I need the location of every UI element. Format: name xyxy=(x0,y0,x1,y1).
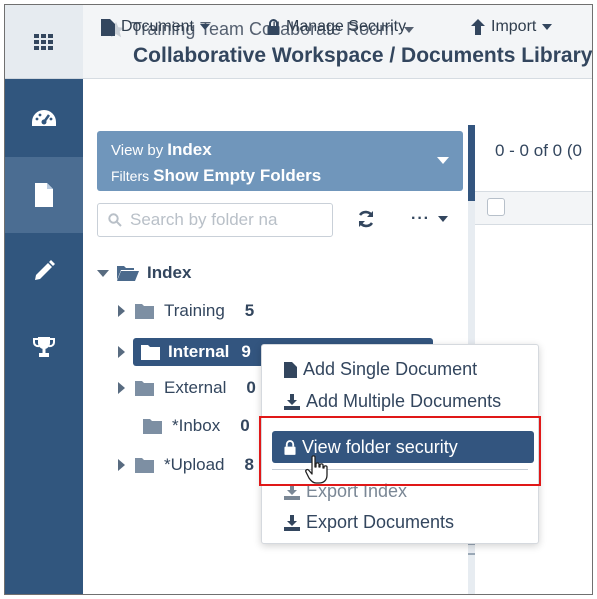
apps-grid-icon xyxy=(34,33,53,50)
app-window: Training Team Collaborate Room Collabora… xyxy=(4,4,593,595)
chevron-down-icon xyxy=(437,216,448,222)
filters-value: Show Empty Folders xyxy=(153,166,322,185)
lock-icon xyxy=(267,19,280,35)
search-input[interactable] xyxy=(130,210,320,230)
pencil-icon xyxy=(35,260,55,280)
document-icon xyxy=(284,361,297,378)
manage-security-button[interactable]: Manage Security xyxy=(267,18,406,36)
splitter-handle[interactable] xyxy=(468,125,475,201)
tree-folder-upload[interactable]: *Upload 8 xyxy=(118,455,254,475)
page-header: Training Team Collaborate Room Collabora… xyxy=(83,5,592,79)
refresh-icon xyxy=(358,210,374,228)
rail-trophy[interactable] xyxy=(5,309,83,385)
download-icon xyxy=(284,393,300,410)
chevron-down-icon xyxy=(542,24,553,30)
pager-info: 0 - 0 of 0 (0 xyxy=(495,141,582,160)
document-menu-button[interactable]: Document xyxy=(101,18,210,36)
download-icon xyxy=(284,514,300,531)
folder-count: 9 xyxy=(241,342,251,361)
folder-label: Training xyxy=(164,301,225,320)
tree-folder-training[interactable]: Training 5 xyxy=(118,301,254,321)
rail-documents[interactable] xyxy=(5,157,83,233)
chevron-down-icon xyxy=(437,157,449,164)
chevron-right-icon[interactable] xyxy=(118,459,125,471)
chevron-right-icon[interactable] xyxy=(118,346,125,358)
hand-cursor-icon xyxy=(305,455,328,484)
tree-folder-external[interactable]: External 0 xyxy=(118,378,256,398)
folder-icon xyxy=(141,344,160,360)
document-icon xyxy=(35,183,53,207)
splitter-grip[interactable] xyxy=(468,543,475,555)
breadcrumb: Collaborative Workspace / Documents Libr… xyxy=(133,44,593,67)
tree-root-label: Index xyxy=(147,263,192,282)
trophy-icon xyxy=(33,337,55,357)
folder-count: 0 xyxy=(246,378,256,397)
filters-row: Filters Show Empty Folders xyxy=(111,166,321,186)
folder-icon xyxy=(135,303,154,319)
view-by-value: Index xyxy=(167,140,212,159)
menu-item-label: Add Single Document xyxy=(303,359,478,379)
search-icon xyxy=(108,213,122,227)
menu-item-label: Add Multiple Documents xyxy=(306,391,502,411)
tree-root[interactable]: Index xyxy=(97,263,191,283)
tree-folder-inbox[interactable]: *Inbox 0 xyxy=(143,416,250,436)
arrow-up-icon xyxy=(471,19,485,35)
apps-grid-button[interactable] xyxy=(5,5,83,79)
folder-label: *Upload xyxy=(164,455,225,474)
highlight-box xyxy=(259,416,541,486)
menu-item-export-documents[interactable]: Export Documents xyxy=(284,512,454,533)
folder-count: 0 xyxy=(240,416,250,435)
rail-edit[interactable] xyxy=(5,233,83,309)
document-icon xyxy=(101,18,115,36)
select-all-checkbox[interactable] xyxy=(487,198,505,216)
more-options-button[interactable]: ··· xyxy=(411,210,448,228)
document-menu-label: Document xyxy=(121,18,194,35)
ellipsis-icon: ··· xyxy=(411,210,430,227)
refresh-button[interactable] xyxy=(357,210,375,233)
menu-item-add-single[interactable]: Add Single Document xyxy=(284,359,477,380)
folder-count: 5 xyxy=(244,301,255,320)
folder-search[interactable] xyxy=(97,203,333,237)
chevron-right-icon[interactable] xyxy=(118,305,125,317)
folder-label: *Inbox xyxy=(172,416,221,435)
folder-label: Internal xyxy=(168,342,230,361)
view-filter-panel[interactable]: View by Index Filters Show Empty Folders xyxy=(97,131,463,191)
chevron-down-icon[interactable] xyxy=(97,269,109,277)
import-menu-button[interactable]: Import xyxy=(471,18,553,36)
folder-open-icon xyxy=(117,266,139,281)
rail-dashboard[interactable] xyxy=(5,81,83,157)
menu-item-label: Export Documents xyxy=(306,512,455,532)
folder-icon xyxy=(135,380,154,396)
menu-item-add-multiple[interactable]: Add Multiple Documents xyxy=(284,391,501,412)
view-by-row: View by Index xyxy=(111,140,212,160)
folder-label: External xyxy=(164,378,227,397)
chevron-right-icon[interactable] xyxy=(118,382,125,394)
filters-label: Filters xyxy=(111,168,150,184)
dashboard-icon xyxy=(32,110,56,126)
chevron-down-icon xyxy=(199,24,210,30)
folder-icon xyxy=(135,457,154,473)
folder-count: 8 xyxy=(244,455,254,474)
view-by-label: View by xyxy=(111,142,164,159)
import-menu-label: Import xyxy=(491,18,537,35)
manage-security-label: Manage Security xyxy=(286,18,407,35)
folder-icon xyxy=(143,418,162,434)
